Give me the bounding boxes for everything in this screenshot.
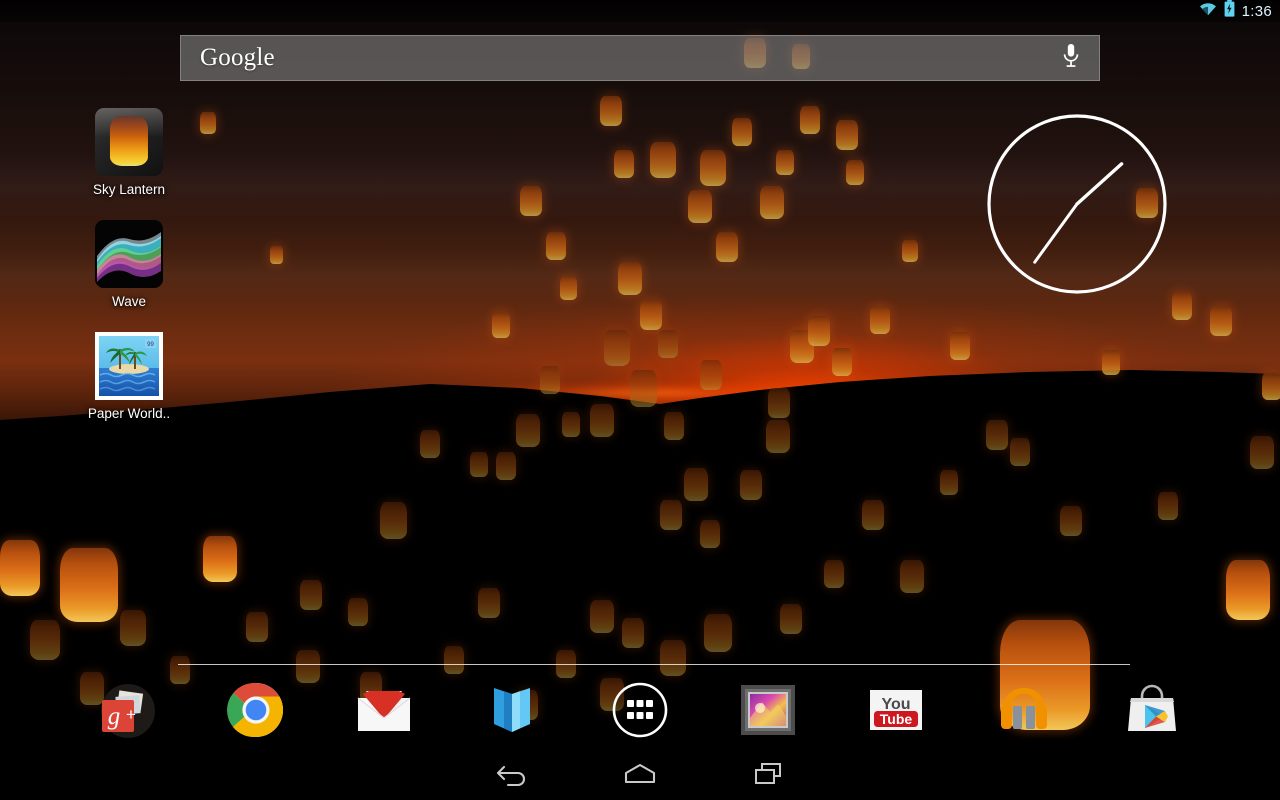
google-search-bar[interactable]: Google — [180, 35, 1100, 81]
shortcut-sky-lantern[interactable]: Sky Lantern — [69, 108, 189, 197]
dock-item-gmail[interactable] — [352, 678, 416, 742]
google-wordmark: Google — [200, 44, 275, 71]
gplus-label: g — [108, 703, 121, 730]
dock-item-gallery[interactable] — [736, 678, 800, 742]
dock-item-google-plus[interactable]: g + — [94, 678, 158, 742]
recent-apps-icon — [748, 760, 788, 793]
clock-hour-hand — [1075, 162, 1124, 206]
wifi-icon — [1199, 2, 1217, 21]
all-apps-button[interactable] — [608, 678, 672, 742]
dock-item-play-books[interactable] — [480, 678, 544, 742]
dock-divider — [178, 664, 1130, 665]
analog-clock-widget[interactable] — [986, 113, 1168, 295]
shortcut-label: Paper World.. — [87, 406, 171, 421]
shortcut-wave[interactable]: Wave — [69, 220, 189, 309]
wave-icon — [95, 220, 163, 288]
status-bar-clock: 1:36 — [1241, 2, 1272, 20]
dock: g + You Tube — [0, 676, 1280, 748]
navigation-bar — [0, 752, 1280, 800]
back-arrow-icon — [492, 760, 532, 793]
clock-minute-hand — [1033, 202, 1079, 264]
dock-item-play-music[interactable] — [992, 678, 1056, 742]
svg-text:+: + — [126, 705, 136, 724]
paper-world-stamp-icon: 99 — [95, 332, 163, 400]
shortcut-label: Sky Lantern — [92, 182, 166, 197]
youtube-tube-text: Tube — [880, 711, 913, 727]
svg-text:99: 99 — [147, 342, 154, 348]
dock-item-play-store[interactable] — [1120, 678, 1184, 742]
shortcut-paper-world[interactable]: 99 Paper World.. — [69, 332, 189, 421]
home-icon — [618, 760, 662, 793]
battery-charging-icon — [1224, 0, 1235, 22]
shortcut-label: Wave — [111, 294, 146, 309]
back-button[interactable] — [448, 752, 576, 800]
microphone-icon[interactable] — [1061, 42, 1081, 75]
all-apps-grid-icon — [612, 682, 668, 738]
dock-item-youtube[interactable]: You Tube — [864, 678, 928, 742]
dock-item-chrome[interactable] — [224, 678, 288, 742]
status-bar[interactable]: 1:36 — [0, 0, 1280, 22]
recent-apps-button[interactable] — [704, 752, 832, 800]
home-button[interactable] — [576, 752, 704, 800]
android-home-screen: 1:36 Google Sky Lantern Wave 99 Paper Wo… — [0, 0, 1280, 800]
sky-lantern-icon — [95, 108, 163, 176]
